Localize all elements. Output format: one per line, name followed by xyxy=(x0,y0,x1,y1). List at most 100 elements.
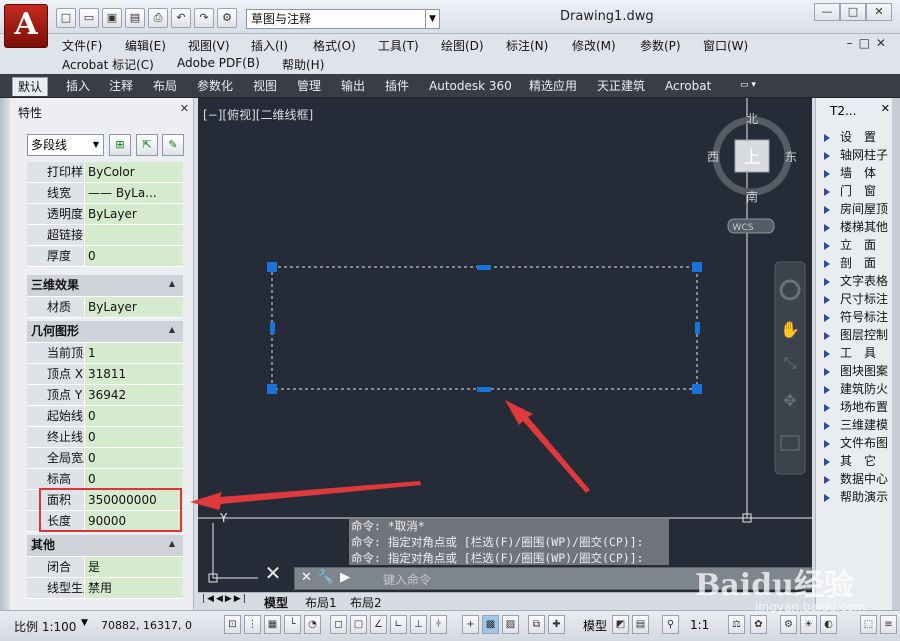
document-window-controls[interactable]: –□✕ xyxy=(847,36,892,50)
section-other[interactable]: 其他 ▲ xyxy=(27,535,183,557)
chevron-down-icon[interactable]: ▼ xyxy=(425,10,439,28)
lineweight-icon[interactable]: ⫩ xyxy=(430,615,447,634)
command-input[interactable]: 键入命令 xyxy=(383,571,431,588)
ortho-mode-icon[interactable]: └ xyxy=(284,615,301,634)
tool-palette-item[interactable]: 楼梯其他 xyxy=(824,218,892,235)
prop-value[interactable]: 0 xyxy=(85,427,183,447)
close-icon[interactable]: ✕ xyxy=(881,102,890,115)
tool-palette-item[interactable]: 尺寸标注 xyxy=(824,290,892,307)
snap-mode-icon[interactable]: ⋮ xyxy=(244,615,261,634)
prop-value[interactable]: 0 xyxy=(85,448,183,468)
tool-palette-item[interactable]: 房间屋顶 xyxy=(824,200,892,217)
tool-palette-item[interactable]: 文件布图 xyxy=(824,434,892,451)
menu-adobe-pdf[interactable]: Adobe PDF(B) xyxy=(177,56,260,70)
tab-featured-apps[interactable]: 精选应用 xyxy=(527,77,579,96)
prop-value[interactable]: ByLayer xyxy=(85,204,183,224)
tool-palette-item[interactable]: 轴网柱子 xyxy=(824,146,892,163)
tool-palette-item[interactable]: 场地布置 xyxy=(824,398,892,415)
selection-cycling-icon[interactable]: ▨ xyxy=(502,615,519,634)
grid-display-icon[interactable]: ▦ xyxy=(264,615,281,634)
menu-tools[interactable]: 工具(T) xyxy=(378,37,419,54)
collapse-icon[interactable]: ▲ xyxy=(169,279,175,288)
tool-palette-item[interactable]: 三维建模 xyxy=(824,416,892,433)
tab-view[interactable]: 视图 xyxy=(251,77,279,96)
settings-gear-icon[interactable]: ⚙ xyxy=(780,615,797,634)
tool-palette-item[interactable]: 工 具 xyxy=(824,344,892,361)
tab-plugins[interactable]: 插件 xyxy=(383,77,411,96)
tool-palette-item[interactable]: 文字表格 xyxy=(824,272,892,289)
menu-file[interactable]: 文件(F) xyxy=(62,37,102,54)
layout-nav-arrows[interactable]: |◀◀▶▶| xyxy=(202,594,248,604)
app-menu-button[interactable]: A xyxy=(4,4,48,48)
new-file-icon[interactable]: □ xyxy=(56,8,76,28)
prop-value[interactable]: ByColor xyxy=(85,162,183,182)
prop-value[interactable]: 31811 xyxy=(85,364,183,384)
prop-value[interactable]: 是 xyxy=(85,557,183,577)
tab-output[interactable]: 输出 xyxy=(339,77,367,96)
tab-layout1[interactable]: 布局1 xyxy=(305,594,337,611)
hardware-acceleration-icon[interactable]: ◐ xyxy=(820,615,837,634)
object-type-select[interactable]: 多段线 ▼ xyxy=(27,134,104,156)
menu-modify[interactable]: 修改(M) xyxy=(572,37,616,54)
tool-palette-item[interactable]: 建筑防火 xyxy=(824,380,892,397)
infer-constraints-icon[interactable]: ⊡ xyxy=(224,615,241,634)
object-snap-tracking-icon[interactable]: ∠ xyxy=(370,615,387,634)
chevron-down-icon[interactable]: ▼ xyxy=(90,136,102,154)
annotation-autoscale-icon[interactable]: ⚖ xyxy=(728,615,745,634)
prop-value[interactable]: 1 xyxy=(85,343,183,363)
prop-value[interactable]: 0 xyxy=(85,246,183,266)
tab-manage[interactable]: 管理 xyxy=(295,77,323,96)
menu-insert[interactable]: 插入(I) xyxy=(251,37,288,54)
tab-layout2[interactable]: 布局2 xyxy=(350,594,382,611)
tab-parametric[interactable]: 参数化 xyxy=(195,77,235,96)
tab-default[interactable]: 默认 xyxy=(12,77,49,96)
workspace-gear-icon[interactable]: ⚙ xyxy=(217,8,237,28)
menu-window[interactable]: 窗口(W) xyxy=(703,37,748,54)
transparency-icon[interactable]: + xyxy=(462,615,479,634)
menu-edit[interactable]: 编辑(E) xyxy=(125,37,166,54)
tool-palette-item[interactable]: 图块图案 xyxy=(824,362,892,379)
prop-value[interactable]: 36942 xyxy=(85,385,183,405)
tool-palette-item[interactable]: 墙 体 xyxy=(824,164,892,181)
tool-palette-item[interactable]: 符号标注 xyxy=(824,308,892,325)
3d-object-snap-icon[interactable]: ▢ xyxy=(350,615,367,634)
quick-view-drawings-icon[interactable]: ▤ xyxy=(632,615,649,634)
quick-select-icon[interactable]: ✎ xyxy=(162,134,184,156)
clean-screen-icon[interactable]: ⬚ xyxy=(860,615,877,634)
print-icon[interactable]: ⎙ xyxy=(148,8,168,28)
prop-value[interactable] xyxy=(85,225,183,245)
chevron-down-icon[interactable]: ▼ xyxy=(81,618,88,628)
tool-palette-item[interactable]: 其 它 xyxy=(824,452,892,469)
save-as-icon[interactable]: ▤ xyxy=(125,8,145,28)
redo-icon[interactable]: ↷ xyxy=(194,8,214,28)
isolate-objects-icon[interactable]: ☀ xyxy=(800,615,817,634)
object-snap-icon[interactable]: ◻ xyxy=(330,615,347,634)
tab-tangent-arch[interactable]: 天正建筑 xyxy=(595,77,647,96)
prop-value[interactable]: ByLayer xyxy=(85,297,183,317)
tab-annotate[interactable]: 注释 xyxy=(107,77,135,96)
section-3d-effects[interactable]: 三维效果 ▲ xyxy=(27,275,183,297)
quick-properties-icon[interactable]: ▩ xyxy=(482,615,499,634)
tab-layout[interactable]: 布局 xyxy=(151,77,179,96)
close-button[interactable]: ✕ xyxy=(866,3,892,21)
collapse-icon[interactable]: ▲ xyxy=(169,539,175,548)
scale-indicator[interactable]: 比例 1:100 xyxy=(14,618,76,635)
command-line-buttons[interactable]: ✕🔧▶ xyxy=(301,570,356,585)
minimize-button[interactable]: — xyxy=(814,3,840,21)
tool-palette-scrollbar[interactable] xyxy=(892,98,900,610)
menu-draw[interactable]: 绘图(D) xyxy=(441,37,484,54)
menu-parametric[interactable]: 参数(P) xyxy=(640,37,681,54)
workspace-select[interactable]: 草图与注释 ▼ xyxy=(246,9,440,29)
collapse-icon[interactable]: ▲ xyxy=(169,325,175,334)
workspace-switch-icon[interactable]: ✿ xyxy=(750,615,767,634)
prop-value[interactable]: 0 xyxy=(85,406,183,426)
ribbon-options-icon[interactable]: ▭ ▾ xyxy=(740,80,766,92)
tool-palette-item[interactable]: 帮助演示 xyxy=(824,488,892,505)
dynamic-input-icon[interactable]: ⊥ xyxy=(410,615,427,634)
menu-acrobat-markup[interactable]: Acrobat 标记(C) xyxy=(62,56,154,73)
tool-palette-item[interactable]: 数据中心 xyxy=(824,470,892,487)
coordinates-readout[interactable]: 70882, 16317, 0 xyxy=(101,619,192,632)
properties-palette-grip[interactable] xyxy=(0,98,10,610)
tool-palette-item[interactable]: 图层控制 xyxy=(824,326,892,343)
tool-palette-item[interactable]: 设 置 xyxy=(824,128,892,145)
